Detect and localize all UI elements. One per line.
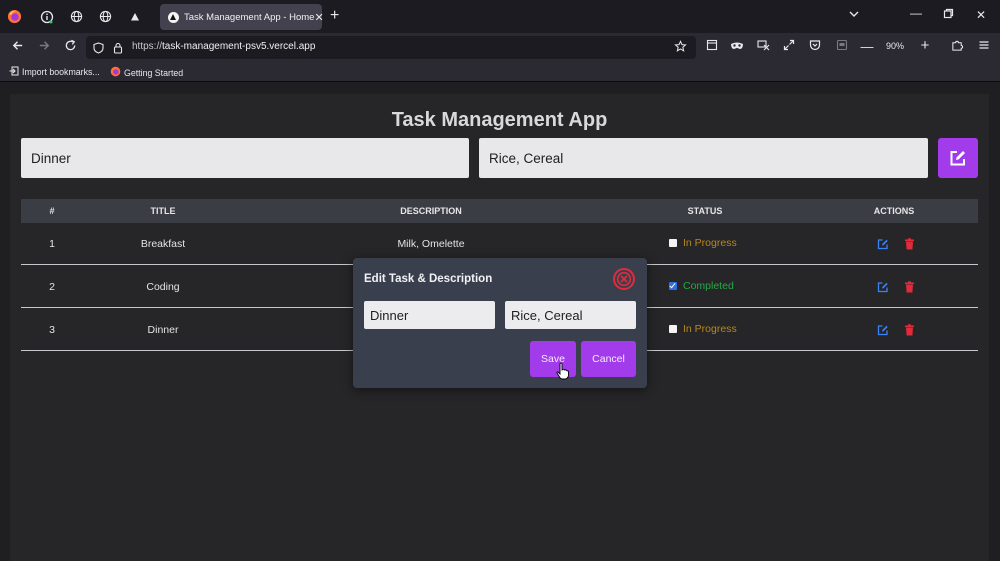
table-header: # TITLE DESCRIPTION STATUS ACTIONS [21,199,978,223]
column-header-number: # [49,206,55,216]
cancel-button[interactable]: Cancel [581,341,636,377]
back-icon[interactable] [8,39,26,55]
menu-hamburger-icon[interactable] [975,39,993,54]
row-status: In Progress [669,323,737,335]
row-title: Coding [146,281,180,293]
restore-icon[interactable] [943,8,954,22]
row-number: 2 [49,281,55,293]
forward-icon[interactable] [35,39,53,55]
hand-cursor-icon [556,362,570,380]
modal-task-input[interactable]: Dinner [364,301,495,329]
column-header-description: DESCRIPTION [400,206,462,216]
minimize-icon[interactable]: — [910,6,922,20]
firefox-icon[interactable] [6,8,23,25]
trash-icon[interactable] [904,323,916,336]
firefox-icon [110,66,121,79]
url-text: https://task-management-psv5.vercel.app [132,41,315,52]
reader-view-icon[interactable] [703,39,721,54]
row-status: In Progress [669,237,737,249]
info-icon[interactable] [38,8,55,25]
vercel-favicon-icon [168,11,179,23]
row-number: 3 [49,324,55,336]
edit-icon [950,151,965,166]
edit-icon[interactable] [877,237,889,250]
bookmark-import[interactable]: Import bookmarks... [9,66,100,78]
browser-nav-bar: https://task-management-psv5.vercel.app … [0,33,1000,62]
status-checkbox[interactable] [669,325,677,333]
edit-icon[interactable] [877,280,889,293]
close-circle-icon[interactable] [612,267,636,291]
row-status: Completed [669,280,734,292]
bookmark-label: Import bookmarks... [22,67,100,77]
tab-task-management-app[interactable]: Task Management App - Home ✕ [160,4,324,30]
extensions-puzzle-icon[interactable] [948,39,966,55]
bookmark-star-icon[interactable] [674,40,687,58]
modal-description-input[interactable]: Rice, Cereal [505,301,636,329]
trash-icon[interactable] [904,280,916,293]
task-title-input[interactable]: Dinner [21,138,469,178]
row-title: Dinner [147,324,179,336]
screenshot-icon[interactable] [754,39,772,54]
url-host: task-management-psv5.vercel.app [162,41,316,52]
private-mask-icon[interactable] [728,39,746,54]
tracking-protection-icon[interactable] [93,41,104,59]
row-description: Milk, Omelette [397,238,465,250]
status-label: In Progress [683,237,737,249]
list-all-tabs-icon[interactable] [848,8,860,23]
update-task-button[interactable] [938,138,978,178]
edit-icon[interactable] [877,323,889,336]
globe-icon[interactable] [97,8,114,25]
vercel-tab-icon[interactable] [126,8,143,25]
trash-icon[interactable] [904,237,916,250]
row-title: Breakfast [140,238,186,250]
page-title: Task Management App [391,109,608,131]
status-checkbox[interactable] [669,282,677,290]
column-header-status: STATUS [687,206,723,216]
task-description-input[interactable]: Rice, Cereal [479,138,928,178]
browser-tab-bar: Task Management App - Home ✕ + — ✕ [0,0,1000,33]
new-tab-icon[interactable]: + [330,7,339,25]
bookmark-getting-started[interactable]: Getting Started [110,66,183,79]
status-label: In Progress [683,323,737,335]
fullscreen-icon[interactable] [780,39,798,54]
globe-icon[interactable] [68,8,85,25]
zoom-out-icon[interactable]: — [858,39,876,54]
modal-title: Edit Task & Description [364,273,493,285]
bookmark-label: Getting Started [124,67,184,78]
column-header-title: TITLE [150,206,176,216]
close-tab-icon[interactable]: ✕ [314,11,323,24]
zoom-in-icon[interactable]: + [916,37,934,54]
import-icon [9,66,19,78]
bookmarks-toolbar: Import bookmarks... Getting Started [0,62,1000,82]
row-number: 1 [49,238,55,250]
url-bar[interactable]: https://task-management-psv5.vercel.app [86,36,696,59]
zoom-level[interactable]: 90% [886,41,904,51]
column-header-actions: ACTIONS [873,206,915,216]
tab-title: Task Management App - Home [184,11,315,23]
edit-task-modal: Edit Task & Description Dinner Rice, Cer… [353,258,647,388]
reload-icon[interactable] [61,39,79,55]
url-scheme: https:// [132,41,163,52]
lock-icon[interactable] [113,41,123,59]
close-window-icon[interactable]: ✕ [976,8,986,22]
status-label: Completed [683,280,734,292]
extension-box-icon[interactable] [833,39,851,54]
pocket-icon[interactable] [806,39,824,54]
status-checkbox[interactable] [669,239,677,247]
